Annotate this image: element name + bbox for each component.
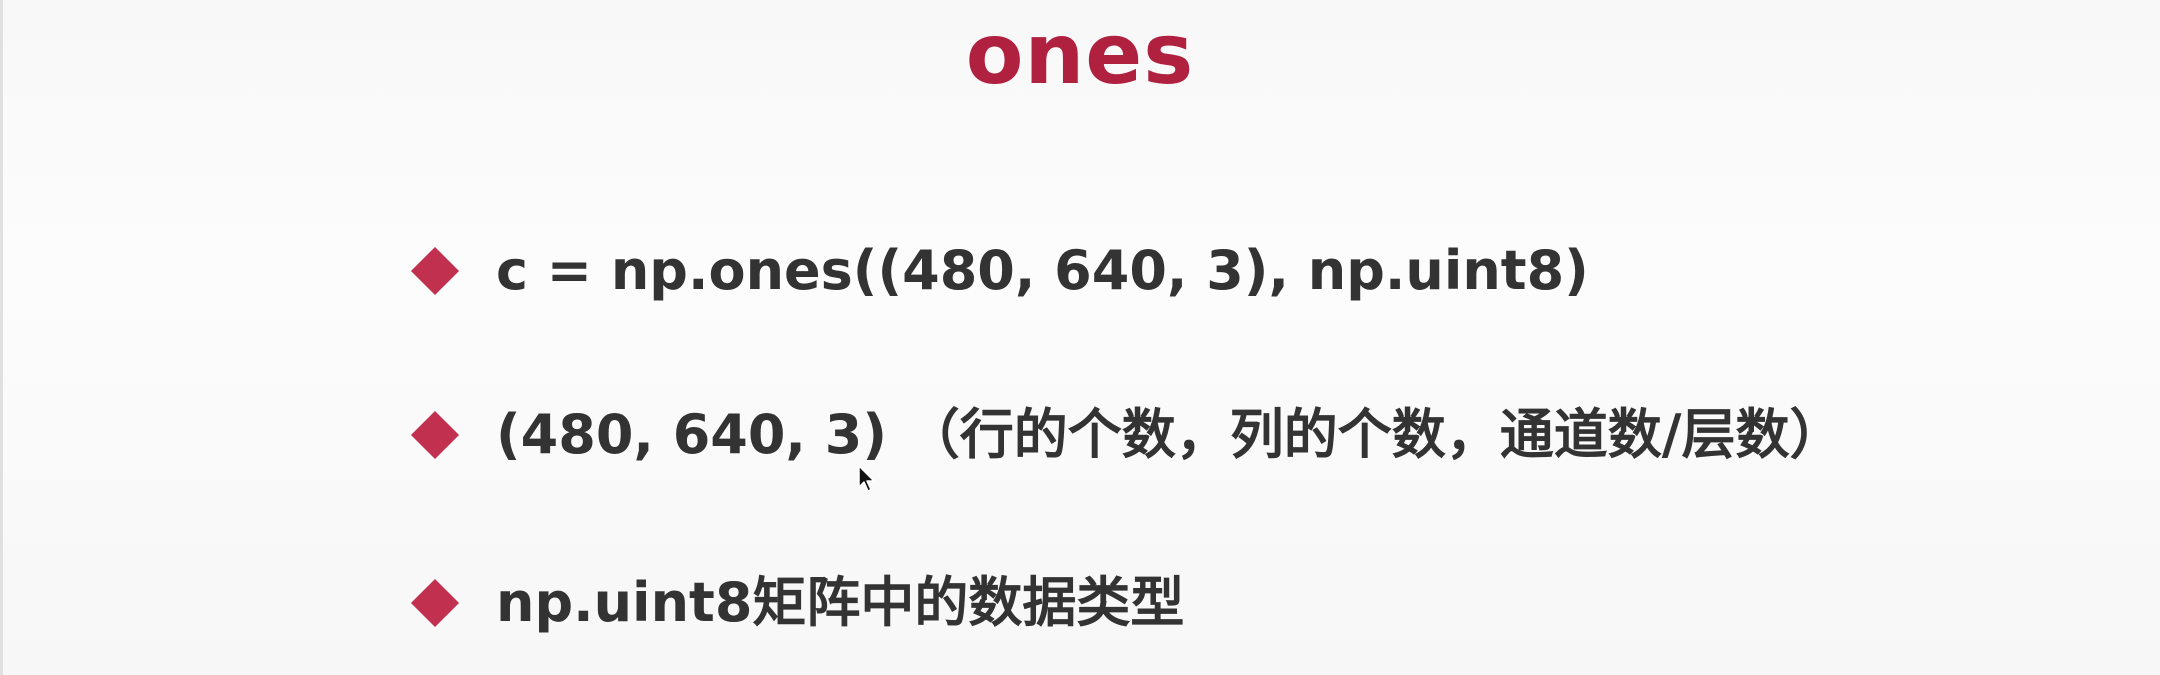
slide-title: ones	[965, 5, 1195, 103]
diamond-bullet-icon	[410, 246, 460, 296]
mouse-pointer-icon	[858, 465, 875, 492]
bullet-text-1: c = np.ones((480, 640, 3), np.uint8)	[496, 239, 1589, 302]
slide: ones c = np.ones((480, 640, 3), np.uint8…	[0, 0, 2160, 675]
bullet-item-1: c = np.ones((480, 640, 3), np.uint8)	[410, 236, 1589, 306]
diamond-bullet-icon	[410, 410, 460, 460]
bullet-text-2: (480, 640, 3) （行的个数，列的个数，通道数/层数）	[496, 403, 1844, 466]
diamond-bullet-icon	[410, 578, 460, 628]
bullet-item-2: (480, 640, 3) （行的个数，列的个数，通道数/层数）	[410, 400, 1844, 470]
bullet-text-3: np.uint8矩阵中的数据类型	[496, 571, 1185, 634]
bullet-item-3: np.uint8矩阵中的数据类型	[410, 568, 1184, 638]
